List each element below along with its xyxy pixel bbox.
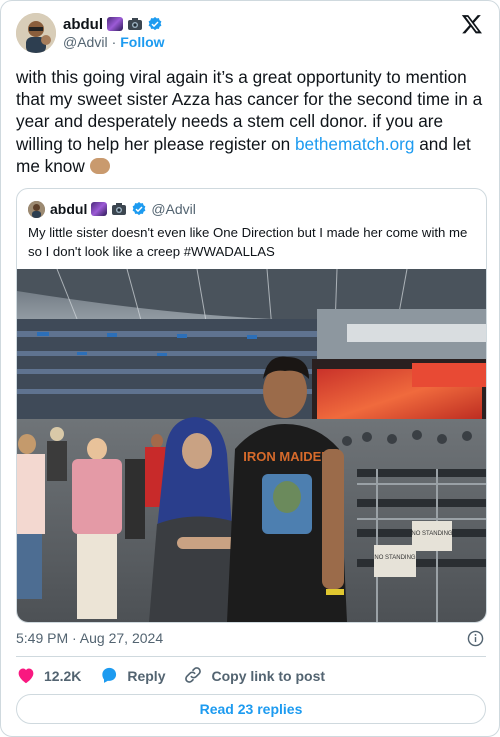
follow-button[interactable]: Follow: [120, 34, 164, 50]
camera-emoji-icon: [111, 202, 127, 216]
copy-link-button[interactable]: Copy link to post: [183, 665, 325, 688]
verified-icon: [147, 16, 163, 32]
info-icon[interactable]: [467, 630, 484, 647]
camera-emoji-icon: [127, 17, 143, 31]
author-avatar[interactable]: [16, 13, 56, 53]
copy-link-label: Copy link to post: [211, 668, 326, 684]
bethematch-link[interactable]: bethematch.org: [295, 134, 414, 154]
author-handle[interactable]: @Advil: [63, 34, 108, 50]
quoted-post-photo[interactable]: NO STANDING NO STANDING IRON MAIDEN: [17, 269, 486, 622]
tweet-text: with this going viral again it’s a great…: [16, 66, 486, 177]
reply-label: Reply: [127, 668, 166, 684]
post-timestamp[interactable]: 5:49 PM · Aug 27, 2024: [16, 630, 163, 646]
like-button[interactable]: 12.2K: [16, 666, 81, 687]
galaxy-emoji-icon: [91, 202, 108, 216]
quoted-author-name: abdul: [50, 201, 88, 217]
sign-text-2: NO STANDING: [411, 531, 453, 537]
link-icon: [183, 665, 203, 688]
post-actions: 12.2K Reply Copy link to post: [16, 665, 343, 687]
quoted-post[interactable]: abdul @Advil My little sister doesn't ev…: [16, 188, 487, 623]
author-name[interactable]: abdul: [63, 16, 103, 33]
quoted-author-handle: @Advil: [151, 201, 196, 217]
read-replies-button[interactable]: Read 23 replies: [16, 694, 486, 724]
reply-button[interactable]: Reply: [99, 665, 165, 688]
embedded-post-card: abdul @Advil · Follow with this going vi…: [0, 0, 500, 737]
shirt-text: IRON MAIDEN: [243, 449, 330, 464]
reply-icon: [99, 665, 119, 688]
sign-text-1: NO STANDING: [374, 555, 416, 561]
footer-divider: [16, 656, 486, 657]
like-count: 12.2K: [44, 668, 82, 684]
verified-icon: [131, 201, 147, 217]
x-logo-icon[interactable]: [461, 13, 483, 35]
folded-hands-emoji-icon: [89, 157, 110, 174]
quoted-author-avatar: [28, 201, 45, 218]
heart-icon: [16, 666, 36, 687]
quoted-post-text: My little sister doesn't even like One D…: [28, 225, 468, 259]
galaxy-emoji-icon: [107, 17, 123, 31]
handle-separator: ·: [111, 34, 117, 50]
